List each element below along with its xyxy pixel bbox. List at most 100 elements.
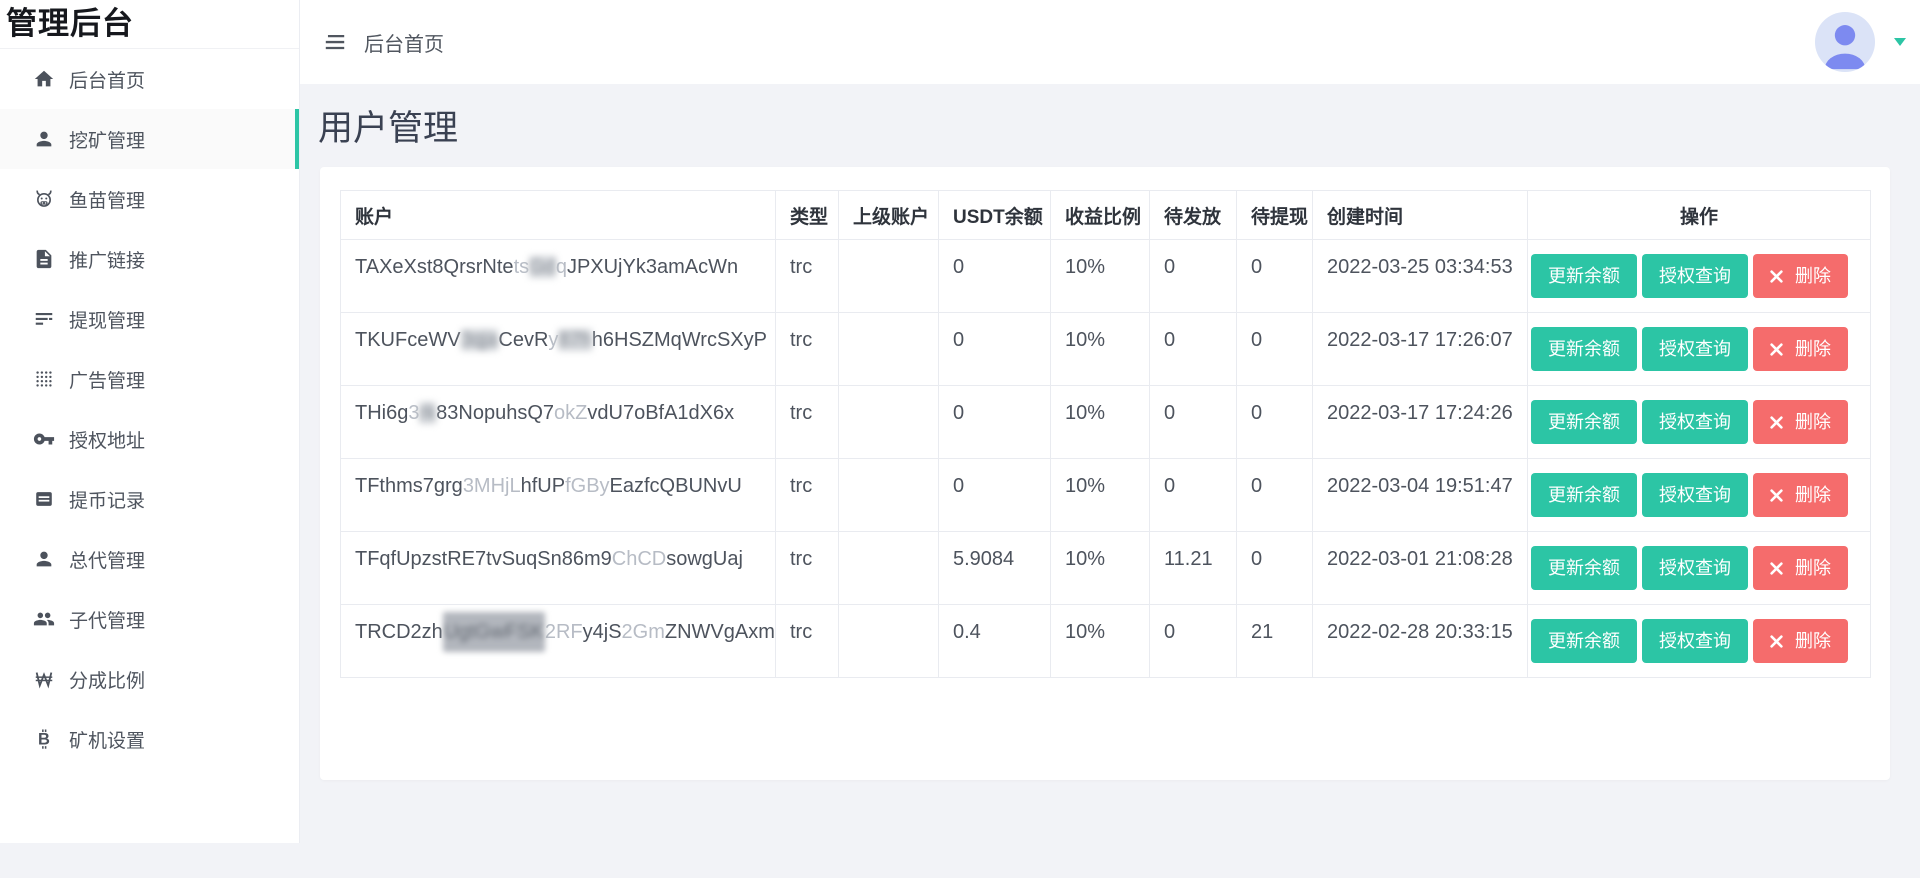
delete-button[interactable]: 删除: [1753, 400, 1848, 444]
sidebar-item-sub-agent[interactable]: 子代管理: [0, 589, 299, 649]
update-balance-button[interactable]: 更新余额: [1531, 254, 1637, 298]
type-cell: trc: [776, 605, 839, 678]
auth-query-button[interactable]: 授权查询: [1642, 327, 1748, 371]
update-balance-button[interactable]: 更新余额: [1531, 473, 1637, 517]
delete-button-label: 删除: [1790, 631, 1831, 651]
sidebar-item-label: 推广链接: [69, 246, 145, 273]
x-icon: [1770, 339, 1790, 359]
bitcoin-icon: B: [33, 728, 55, 750]
person-icon: [33, 548, 55, 570]
usdt-balance-cell: 0: [939, 240, 1051, 313]
user-avatar-icon: [1814, 11, 1876, 73]
parent-account-cell: [839, 313, 939, 386]
sidebar-item-label: 总代管理: [69, 546, 145, 573]
usdt-balance-cell: 0: [939, 313, 1051, 386]
pending-release-cell: 0: [1150, 386, 1237, 459]
brand-title: 管理后台: [0, 0, 299, 49]
breadcrumb[interactable]: 后台首页: [364, 28, 444, 57]
sidebar-item-share-ratio[interactable]: 分成比例: [0, 649, 299, 709]
pending-withdraw-cell: 0: [1237, 313, 1313, 386]
created-time-cell: 2022-02-28 20:33:15: [1313, 605, 1528, 678]
column-header-3: USDT余额: [939, 191, 1051, 240]
delete-button[interactable]: 删除: [1753, 473, 1848, 517]
sidebar-item-ads[interactable]: 广告管理: [0, 349, 299, 409]
update-balance-button[interactable]: 更新余额: [1531, 400, 1637, 444]
delete-button[interactable]: 删除: [1753, 254, 1848, 298]
sidebar-item-general-agent[interactable]: 总代管理: [0, 529, 299, 589]
actions-cell: 更新余额授权查询 删除: [1528, 605, 1871, 678]
sidebar-item-label: 子代管理: [69, 606, 145, 633]
pending-release-cell: 0: [1150, 240, 1237, 313]
update-balance-button[interactable]: 更新余额: [1531, 619, 1637, 663]
topbar: 后台首页: [300, 0, 1920, 84]
avatar[interactable]: [1814, 11, 1876, 73]
x-icon: [1770, 412, 1790, 432]
auth-query-button[interactable]: 授权查询: [1642, 619, 1748, 663]
usdt-balance-cell: 0.4: [939, 605, 1051, 678]
column-header-5: 待发放: [1150, 191, 1237, 240]
type-cell: trc: [776, 313, 839, 386]
person-icon: [33, 128, 55, 150]
type-cell: trc: [776, 459, 839, 532]
profit-rate-cell: 10%: [1051, 532, 1150, 605]
usdt-balance-cell: 0: [939, 459, 1051, 532]
sidebar-item-miner-settings[interactable]: B 矿机设置: [0, 709, 299, 769]
auth-query-button[interactable]: 授权查询: [1642, 254, 1748, 298]
account-cell: TKUFceWV3qjaCevRy87hh6HSZMqWrcSXyP: [341, 313, 776, 386]
sidebar-item-home[interactable]: 后台首页: [0, 49, 299, 109]
table-row: TKUFceWV3qjaCevRy87hh6HSZMqWrcSXyPtrc010…: [341, 313, 1871, 386]
sidebar-item-auth-address[interactable]: 授权地址: [0, 409, 299, 469]
sidebar-item-label: 授权地址: [69, 426, 145, 453]
pending-release-cell: 11.21: [1150, 532, 1237, 605]
account-cell: TAXeXst8QrsrNtetsGdqJPXUjYk3amAcWn: [341, 240, 776, 313]
created-time-cell: 2022-03-17 17:26:07: [1313, 313, 1528, 386]
type-cell: trc: [776, 386, 839, 459]
sidebar-item-promo-link[interactable]: 推广链接: [0, 229, 299, 289]
auth-query-button[interactable]: 授权查询: [1642, 546, 1748, 590]
pending-withdraw-cell: 21: [1237, 605, 1313, 678]
update-balance-button[interactable]: 更新余额: [1531, 327, 1637, 371]
x-icon: [1770, 631, 1790, 651]
auth-query-button[interactable]: 授权查询: [1642, 400, 1748, 444]
delete-button[interactable]: 删除: [1753, 546, 1848, 590]
sidebar-item-label: 广告管理: [69, 366, 145, 393]
delete-button-label: 删除: [1790, 558, 1831, 578]
delete-button[interactable]: 删除: [1753, 619, 1848, 663]
profit-rate-cell: 10%: [1051, 386, 1150, 459]
menu-toggle-button[interactable]: [322, 29, 348, 55]
column-header-6: 待提现: [1237, 191, 1313, 240]
bull-icon: [33, 188, 55, 210]
table-body: TAXeXst8QrsrNtetsGdqJPXUjYk3amAcWntrc010…: [341, 240, 1871, 678]
actions-cell: 更新余额授权查询 删除: [1528, 313, 1871, 386]
type-cell: trc: [776, 240, 839, 313]
sidebar-item-label: 提币记录: [69, 486, 145, 513]
auth-query-button[interactable]: 授权查询: [1642, 473, 1748, 517]
profit-rate-cell: 10%: [1051, 605, 1150, 678]
account-cell: TFqfUpzstRE7tvSuqSn86m9ChCDsowgUaj: [341, 532, 776, 605]
sidebar-item-label: 分成比例: [69, 666, 145, 693]
created-time-cell: 2022-03-04 19:51:47: [1313, 459, 1528, 532]
sidebar-item-mining[interactable]: 挖矿管理: [0, 109, 299, 169]
parent-account-cell: [839, 532, 939, 605]
actions-cell: 更新余额授权查询 删除: [1528, 459, 1871, 532]
update-balance-button[interactable]: 更新余额: [1531, 546, 1637, 590]
column-header-4: 收益比例: [1051, 191, 1150, 240]
sidebar-item-label: 矿机设置: [69, 726, 145, 753]
delete-button-label: 删除: [1790, 339, 1831, 359]
actions-cell: 更新余额授权查询 删除: [1528, 240, 1871, 313]
delete-button[interactable]: 删除: [1753, 327, 1848, 371]
sidebar-item-withdraw-records[interactable]: 提币记录: [0, 469, 299, 529]
sidebar-item-label: 挖矿管理: [69, 126, 145, 153]
delete-button-label: 删除: [1790, 266, 1831, 286]
account-cell: TFthms7grg3MHjLhfUPfGByEazfcQBUNvU: [341, 459, 776, 532]
parent-account-cell: [839, 386, 939, 459]
pending-withdraw-cell: 0: [1237, 240, 1313, 313]
table-row: TFqfUpzstRE7tvSuqSn86m9ChCDsowgUajtrc5.9…: [341, 532, 1871, 605]
sidebar-item-fry[interactable]: 鱼苗管理: [0, 169, 299, 229]
dots-grid-icon: [33, 368, 55, 390]
chevron-down-icon[interactable]: [1894, 38, 1906, 46]
rows-card-icon: [33, 488, 55, 510]
sidebar-item-withdraw-manage[interactable]: 提现管理: [0, 289, 299, 349]
actions-cell: 更新余额授权查询 删除: [1528, 386, 1871, 459]
actions-cell: 更新余额授权查询 删除: [1528, 532, 1871, 605]
